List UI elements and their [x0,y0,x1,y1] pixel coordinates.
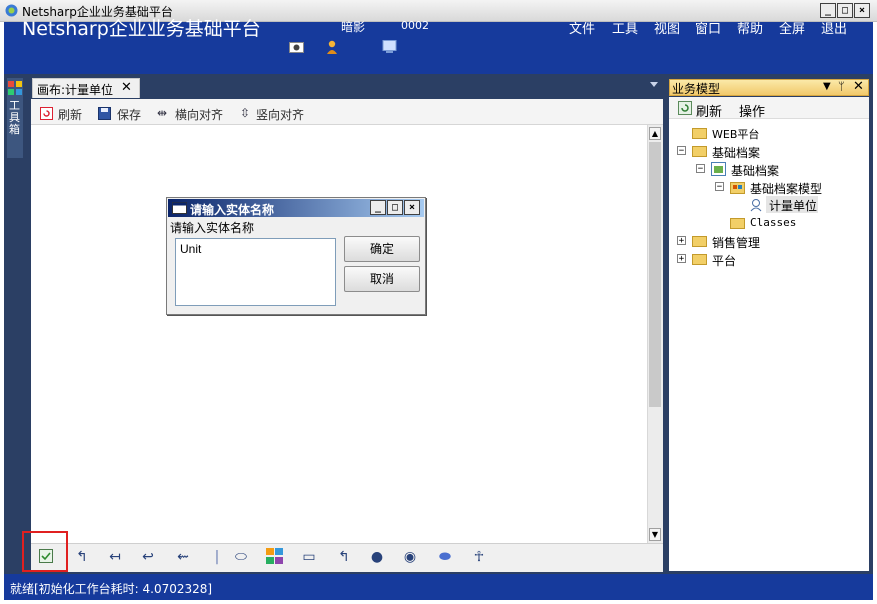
dialog-prompt: 请输入实体名称 [170,221,255,235]
dot-tool-icon[interactable]: ● [368,549,386,565]
dialog-maximize-button[interactable]: □ [387,200,403,215]
dialog-minimize-button[interactable]: _ [370,200,386,215]
model-icon [730,182,745,194]
association-arrow-icon[interactable]: ↰ [73,549,91,565]
camera-icon[interactable] [289,41,304,53]
collapse-icon[interactable]: − [696,164,705,174]
scroll-thumb[interactable] [649,142,661,407]
folder-icon [692,146,707,157]
tree-item-base-archive[interactable]: 基础档案 [712,144,760,161]
collapse-icon[interactable]: − [677,146,686,156]
folder-icon [730,218,745,229]
ellipse-tool-icon[interactable]: ⬭ [232,549,250,565]
refresh-icon [40,107,53,120]
highlight-box [22,531,68,572]
expand-icon[interactable]: + [677,236,686,246]
composition-arrow-icon[interactable]: ↩ [139,549,157,565]
panel-close-icon[interactable]: ✕ [853,79,864,94]
link-arrow-icon[interactable]: ↰ [335,549,353,565]
current-user: 暗影 [341,20,366,34]
collapse-icon[interactable]: − [715,182,724,192]
save-icon [98,107,111,120]
tab-dropdown-icon[interactable] [650,82,658,87]
tree-item-classes[interactable]: Classes [750,216,796,229]
user-icon [327,40,337,54]
oval-tool-icon[interactable]: ⬬ [436,549,454,565]
close-icon[interactable]: ✕ [121,80,132,95]
minimize-button[interactable]: _ [820,3,836,18]
panel-refresh-icon [678,101,692,115]
refresh-button[interactable]: 刷新 [58,106,82,123]
cancel-button[interactable]: 取消 [344,266,420,292]
inheritance-arrow-icon[interactable]: ⇜ [174,549,192,565]
toolbox-tab-label: 工具箱 [9,99,20,136]
dialog-close-button[interactable]: × [404,200,420,215]
tree-item-base-archive-child[interactable]: 基础档案 [731,162,779,179]
menu-window[interactable]: 窗口 [695,18,721,37]
aggregation-arrow-icon[interactable]: ↤ [106,549,124,565]
align-vertical-button[interactable]: 竖向对齐 [256,106,304,123]
expand-icon[interactable]: + [677,254,686,264]
folder-icon [692,254,707,265]
app-logo-icon [5,4,18,17]
tree-item-sales[interactable]: 销售管理 [712,234,760,251]
folder-icon [692,236,707,247]
project-icon [711,162,726,176]
tree-item-model[interactable]: 基础档案模型 [750,180,822,197]
panel-actions-button[interactable]: 操作 [739,101,765,120]
align-horizontal-button[interactable]: 横向对齐 [175,106,223,123]
app-title: Netsharp企业业务基础平台 [22,18,261,40]
menu-help[interactable]: 帮助 [737,18,763,37]
align-vertical-icon: ⇳ [240,106,251,120]
menu-exit[interactable]: 退出 [821,18,847,37]
radio-tool-icon[interactable]: ◉ [401,549,419,565]
menu-tools[interactable]: 工具 [612,18,638,37]
computer-icon [382,40,397,53]
align-horizontal-icon: ⇹ [157,106,168,120]
org-code: 0002 [401,19,429,32]
close-button[interactable]: × [854,3,870,18]
tree-item-platform[interactable]: 平台 [712,252,736,269]
tree-item-web-platform[interactable]: WEB平台 [712,126,759,142]
rectangle-tool-icon[interactable]: ▭ [300,549,318,565]
panel-refresh-button[interactable]: 刷新 [696,101,722,120]
folder-icon [692,128,707,139]
toolbox-grid-icon [8,81,22,95]
pin-icon[interactable]: ᛘ [838,80,845,93]
tab-canvas-label: 画布:计量单位 [37,83,114,97]
menu-file[interactable]: 文件 [569,18,595,37]
separator-icon: | [214,549,220,565]
panel-title: 业务模型 [672,82,721,96]
status-text: 就绪[初始化工作台耗时: 4.0702328] [10,582,213,596]
entity-name-input[interactable]: Unit [175,238,336,306]
menu-fullscreen[interactable]: 全屏 [779,18,805,37]
scroll-down-icon[interactable]: ▼ [649,528,661,541]
entity-icon [750,199,762,212]
design-canvas[interactable] [31,125,663,543]
save-button[interactable]: 保存 [117,106,141,123]
panel-dropdown-icon[interactable]: ▼ [823,81,831,92]
palette-icon[interactable] [266,548,283,564]
actor-tool-icon[interactable]: ☥ [470,549,488,565]
scroll-up-icon[interactable]: ▲ [649,127,661,140]
ok-button[interactable]: 确定 [344,236,420,262]
dialog-window-icon [172,202,187,214]
menu-view[interactable]: 视图 [654,18,680,37]
maximize-button[interactable]: □ [837,3,853,18]
tree-item-unit[interactable]: 计量单位 [769,197,817,214]
dialog-title: 请输入实体名称 [190,203,275,217]
